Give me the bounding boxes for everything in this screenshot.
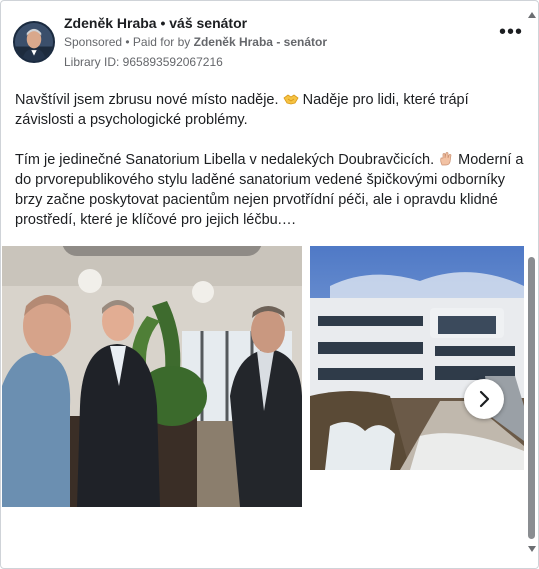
scrollbar[interactable]	[526, 2, 538, 568]
paid-for-prefix: • Paid for by	[122, 35, 194, 49]
post-text: Navštívil jsem zbrusu nové místo naděje.…	[15, 90, 525, 250]
photo-three-men	[2, 246, 302, 507]
avatar-photo	[15, 23, 53, 61]
post-paragraph-2: Tím je jedinečné Sanatorium Libella v ne…	[15, 150, 525, 230]
payer-name: Zdeněk Hraba - senátor	[193, 35, 327, 49]
chevron-right-icon	[479, 390, 490, 408]
paragraph-2-start: Tím je jedinečné Sanatorium Libella v ne…	[15, 152, 439, 168]
library-id: Library ID: 965893592067216	[64, 55, 223, 69]
page-name[interactable]: Zdeněk Hraba • váš senátor	[64, 15, 247, 31]
ad-header: Zdeněk Hraba • váš senátor Sponsored • P…	[13, 13, 513, 73]
more-options-icon[interactable]: •••	[498, 22, 524, 45]
paragraph-1-start: Navštívil jsem zbrusu nové místo naděje.	[15, 92, 283, 108]
carousel-next-button[interactable]	[464, 379, 504, 419]
handshake-emoji-icon	[283, 94, 299, 105]
photo-sanatorium-building	[310, 246, 524, 470]
scroll-up-arrow-icon[interactable]	[528, 12, 536, 18]
image-carousel[interactable]	[1, 246, 526, 508]
sponsored-line: Sponsored • Paid for by Zdeněk Hraba - s…	[64, 35, 327, 49]
carousel-image-2[interactable]	[310, 246, 524, 470]
scroll-down-arrow-icon[interactable]	[528, 546, 536, 552]
post-paragraph-1: Navštívil jsem zbrusu nové místo naděje.…	[15, 90, 525, 130]
carousel-image-1[interactable]	[2, 246, 302, 507]
avatar[interactable]	[13, 21, 55, 63]
scrollbar-thumb[interactable]	[528, 257, 535, 539]
hand-emoji-icon	[440, 152, 452, 166]
ad-card: Zdeněk Hraba • váš senátor Sponsored • P…	[0, 0, 539, 569]
sponsored-label: Sponsored	[64, 35, 123, 49]
